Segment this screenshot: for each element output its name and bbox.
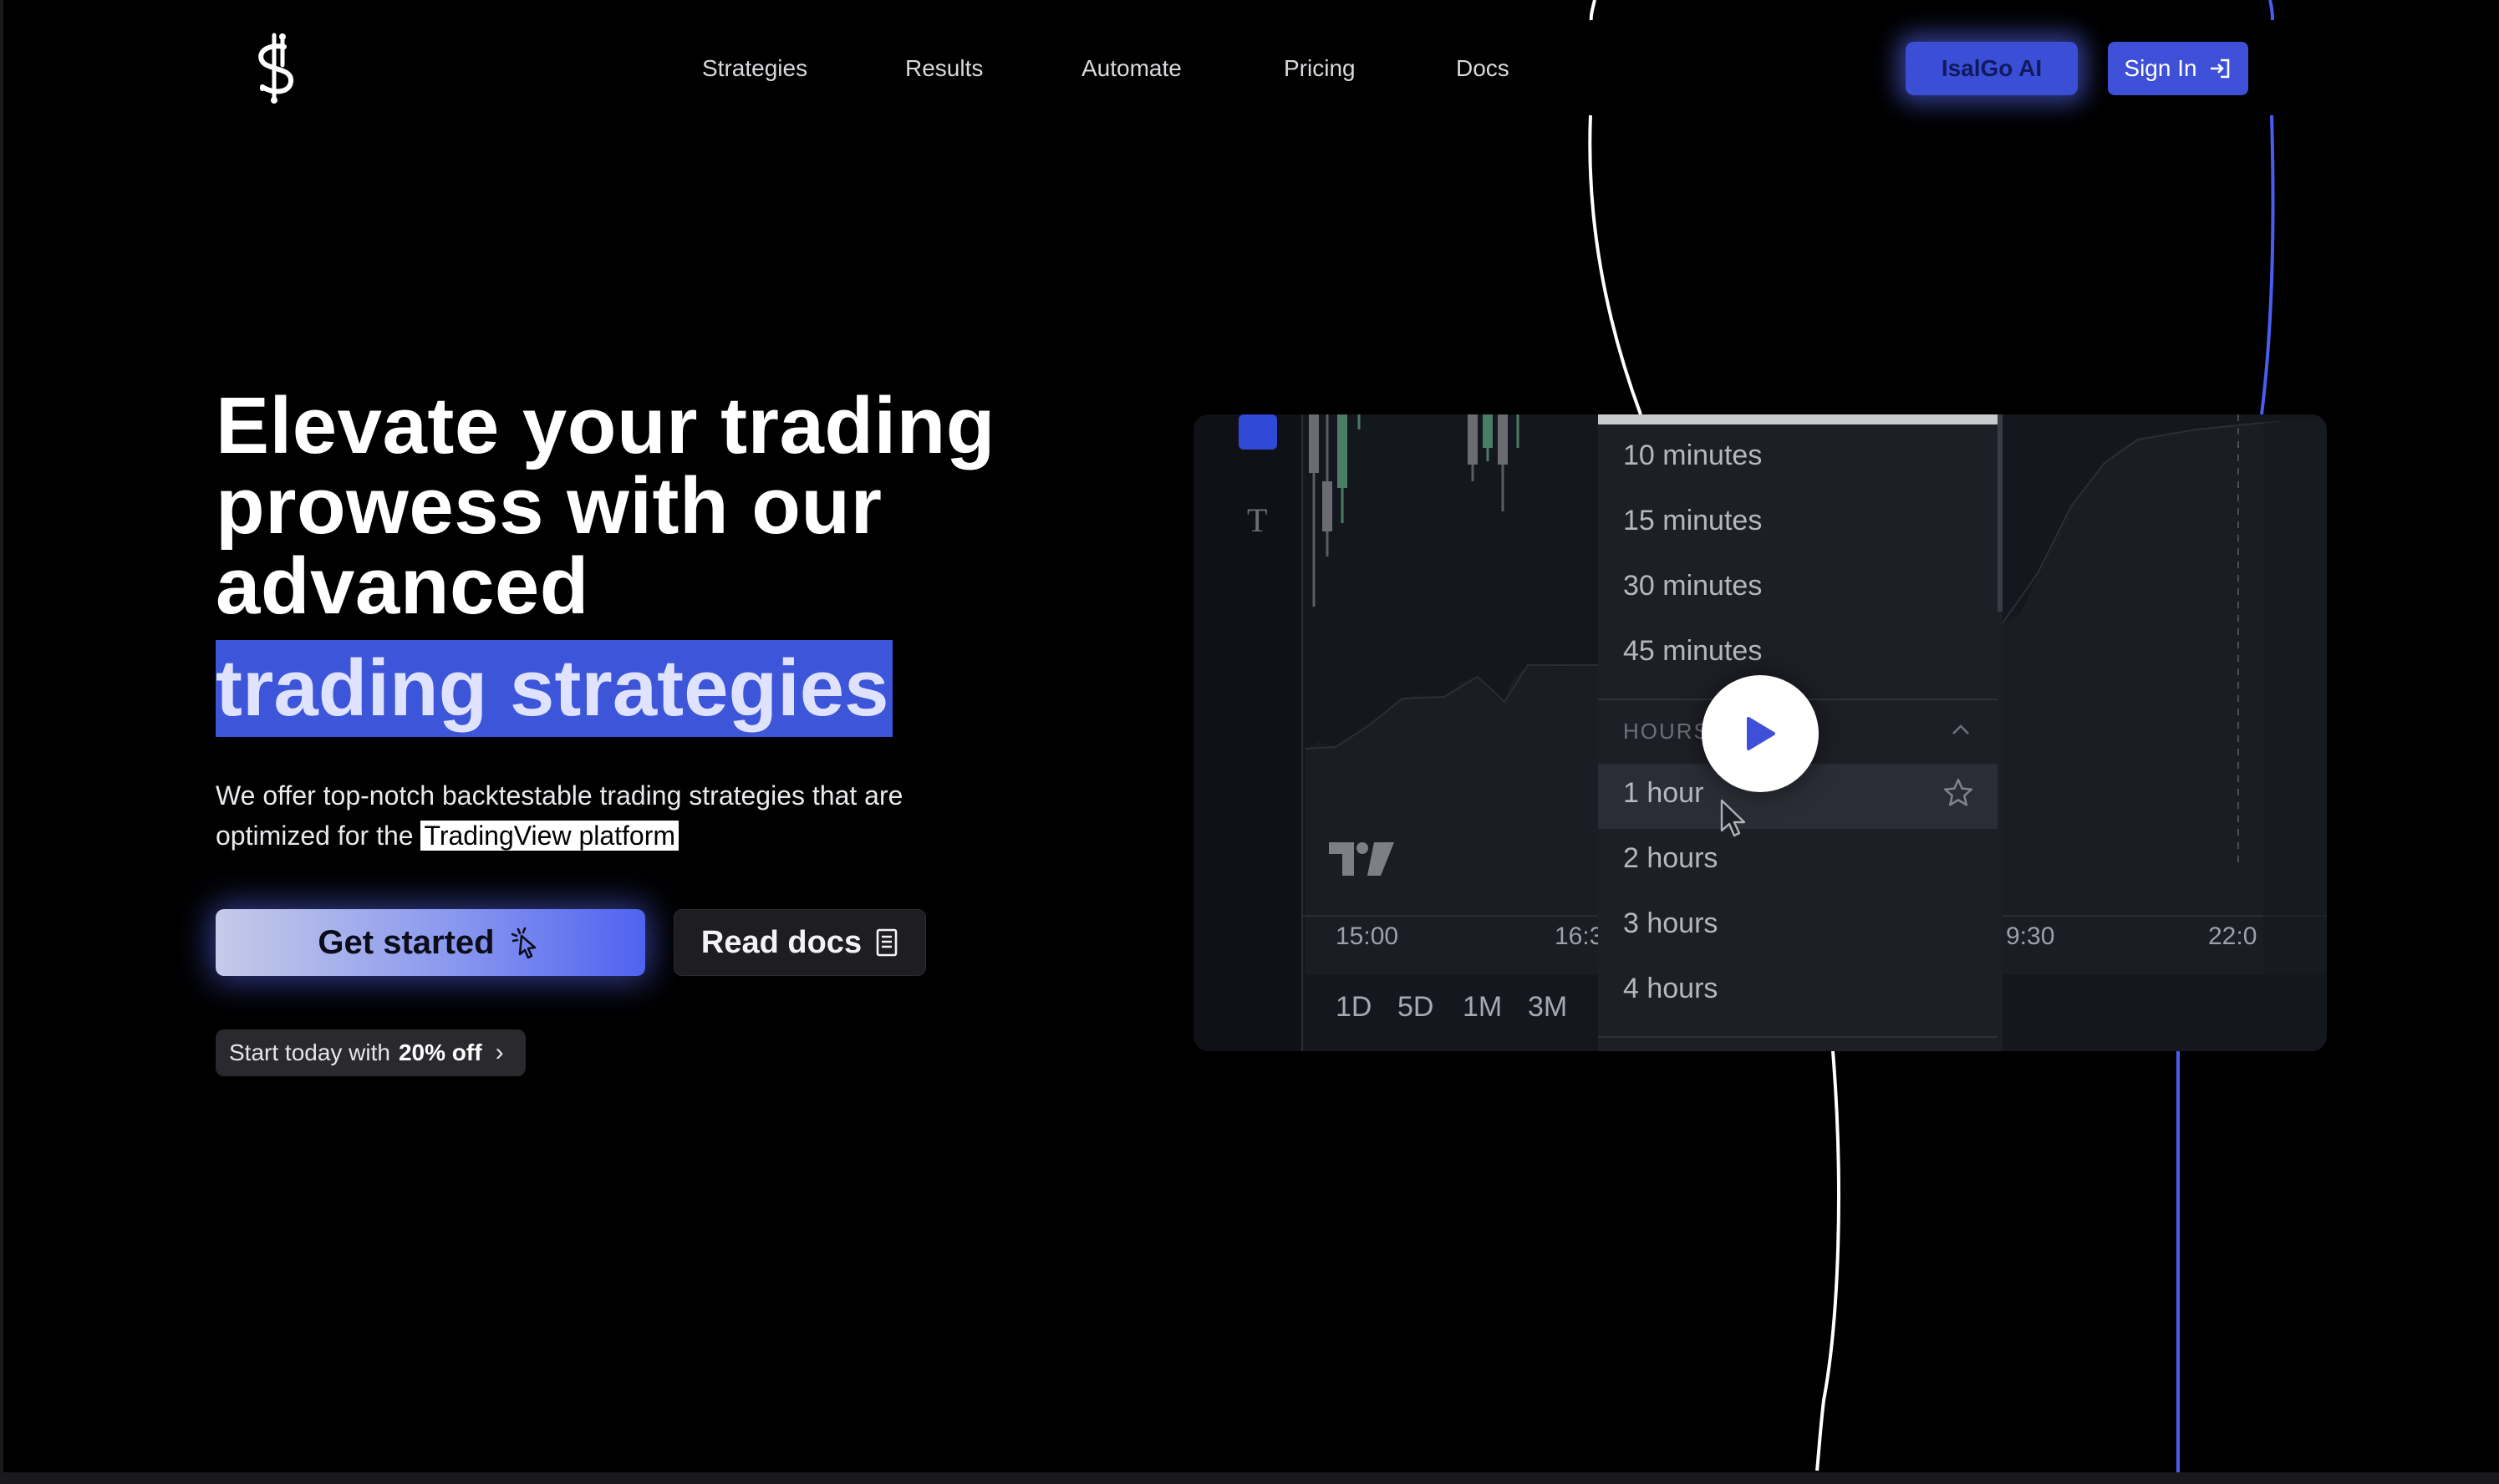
isalgo-ai-label: IsalGo AI — [1941, 55, 2043, 81]
timeframe-option: 2 hours — [1623, 842, 1718, 874]
hero-description: We offer top-notch backtestable trading … — [216, 775, 1018, 856]
hero-title-line-1: Elevate your trading — [216, 381, 995, 470]
nav-automate[interactable]: Automate — [1082, 52, 1182, 85]
nav-docs[interactable]: Docs — [1456, 52, 1509, 85]
nav-strategies[interactable]: Strategies — [702, 52, 807, 85]
range-3m: 3M — [1528, 991, 1568, 1023]
sign-in-icon — [2210, 58, 2229, 79]
timeframe-option: 15 minutes — [1623, 505, 1763, 536]
range-1d: 1D — [1336, 991, 1372, 1023]
x-axis-label: 16:3 — [1555, 922, 1604, 950]
nav-pricing[interactable]: Pricing — [1284, 52, 1356, 85]
timeframe-option: 45 minutes — [1623, 635, 1763, 667]
play-button[interactable] — [1702, 675, 1819, 792]
hero-title: Elevate your trading prowess with our ad… — [216, 386, 1085, 627]
divider — [1598, 1036, 1998, 1038]
nav-results[interactable]: Results — [905, 52, 983, 85]
video-preview[interactable]: T 15:00 16:3 9:30 22:0 1D 5D 1M 3M 10 mi… — [1194, 414, 2327, 1051]
timeframe-option: 30 minutes — [1623, 570, 1763, 602]
read-docs-label: Read docs — [700, 924, 863, 960]
hours-section-label: HOURS — [1623, 719, 1710, 744]
isalgo-ai-button[interactable]: IsalGo AI — [1906, 42, 2078, 95]
x-axis-label: 9:30 — [2006, 922, 2055, 950]
chevron-right-icon: › — [495, 1039, 504, 1066]
dropdown-top-bar — [1598, 414, 1998, 424]
promo-text: Start today with — [229, 1039, 390, 1065]
star-icon — [1943, 778, 1973, 806]
hero-highlight: trading strategies — [216, 640, 893, 737]
range-5d: 5D — [1397, 991, 1434, 1023]
hero-title-line-2: prowess with our — [216, 461, 883, 551]
promo-discount: 20% off — [398, 1039, 482, 1065]
play-icon — [1747, 717, 1775, 750]
timeframe-option: 10 minutes — [1623, 440, 1763, 471]
range-1m: 1M — [1463, 991, 1503, 1023]
promo-badge[interactable]: Start today with 20% off › — [216, 1029, 526, 1076]
cursor-click-icon — [511, 927, 536, 959]
mouse-cursor-icon — [1720, 799, 1746, 837]
x-axis-label: 15:00 — [1336, 922, 1399, 950]
svg-text:T: T — [1247, 501, 1267, 539]
document-icon — [876, 928, 898, 957]
x-axis-label: 22:0 — [2208, 922, 2257, 950]
brand-logo[interactable] — [247, 32, 301, 104]
read-docs-button[interactable]: Read docs — [674, 909, 926, 976]
dropdown-scrollbar — [1998, 414, 2003, 612]
get-started-button[interactable]: Get started — [216, 909, 645, 976]
timeframe-option: 1 hour — [1623, 777, 1704, 809]
tradingview-logo — [1329, 842, 1394, 876]
hero-title-line-3: advanced — [216, 541, 589, 631]
sign-in-label: Sign In — [2124, 55, 2197, 81]
timeframe-option: 3 hours — [1623, 907, 1718, 939]
timeframe-option: 4 hours — [1623, 973, 1718, 1004]
tradingview-link[interactable]: TradingView platform — [420, 821, 679, 851]
chevron-up-icon — [1952, 724, 1969, 734]
get-started-label: Get started — [318, 923, 495, 961]
sign-in-button[interactable]: Sign In — [2108, 42, 2248, 95]
